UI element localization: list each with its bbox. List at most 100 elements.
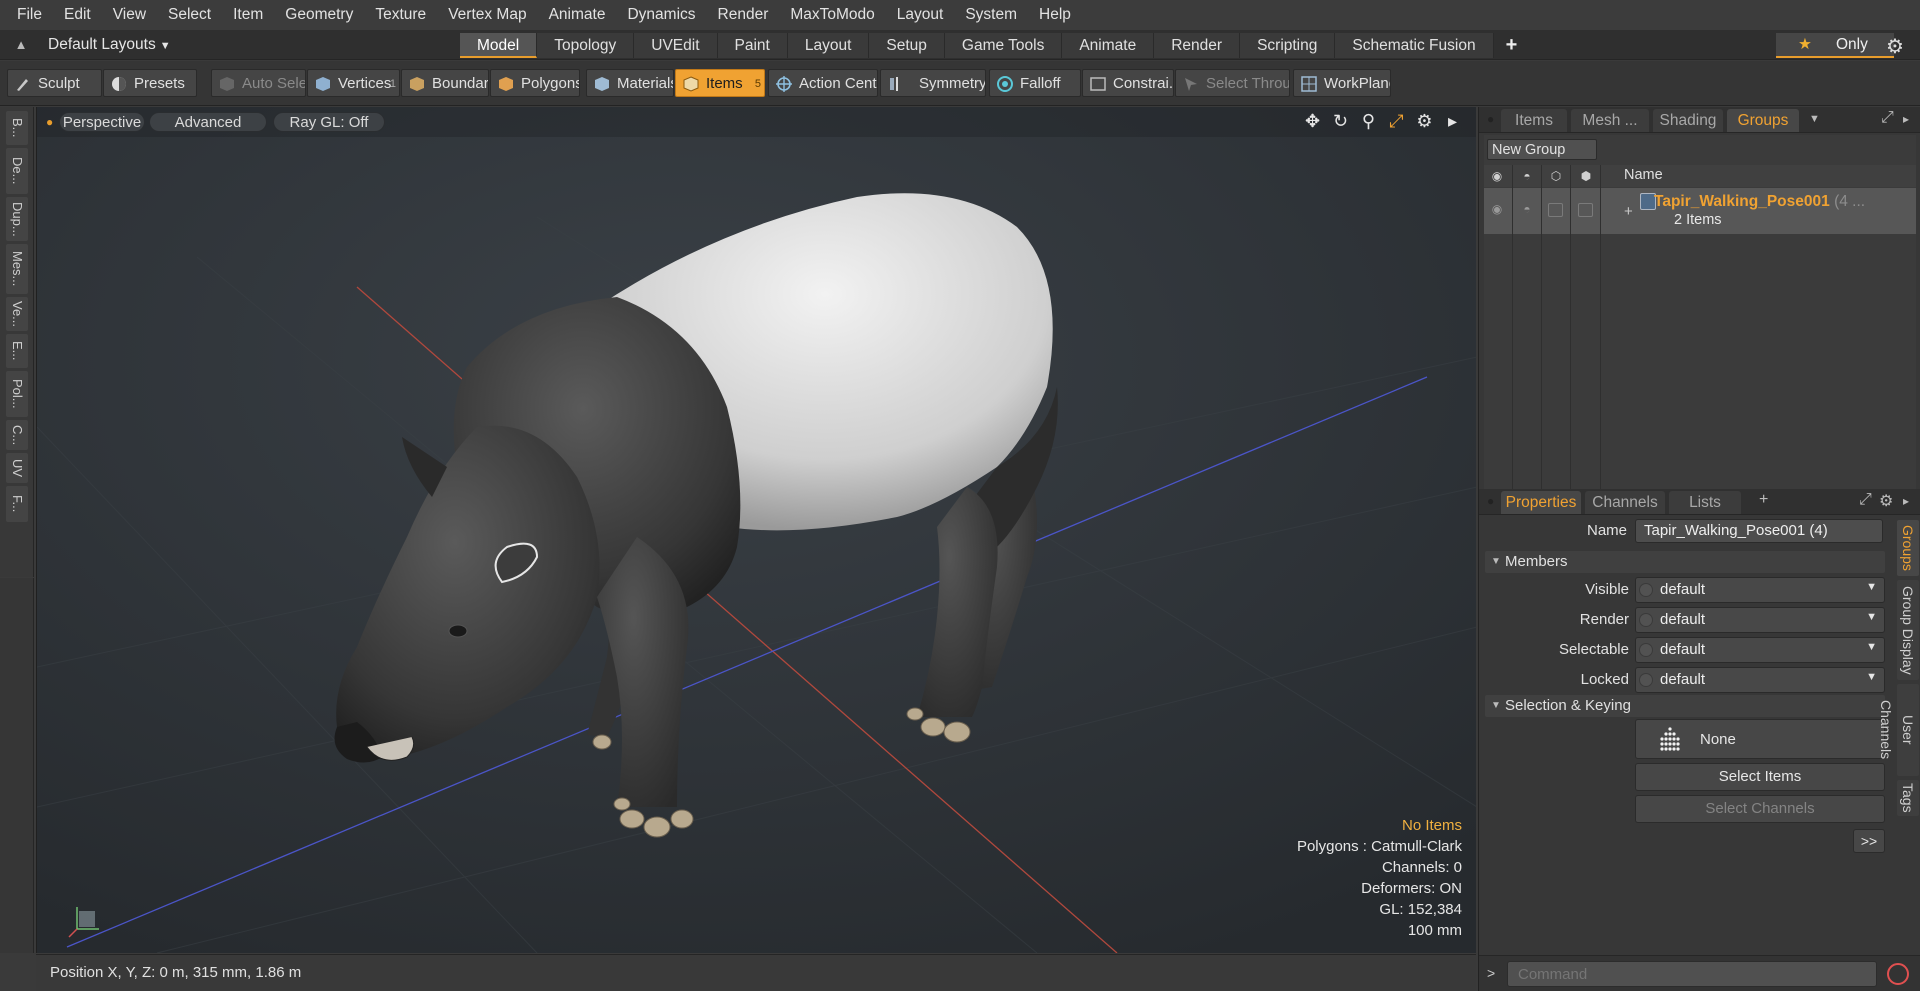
side-tab-user-channels[interactable]: User Channels [1878, 684, 1919, 776]
boundary-button[interactable]: Boundary [401, 69, 489, 97]
menu-item-animate[interactable]: Animate [538, 0, 617, 30]
menu-item-item[interactable]: Item [222, 0, 274, 30]
layout-tab-topology[interactable]: Topology [537, 33, 635, 58]
new-group-button[interactable]: New Group [1487, 139, 1597, 160]
row-visibility-eye-icon[interactable]: ◉ [1489, 201, 1505, 217]
groups-list-area: New Group ◉ ◓ ⬡ ⬢ Name ◉ ◓ + Tapir_Walki… [1484, 135, 1916, 489]
symmetry-button[interactable]: Symmetry [880, 69, 986, 97]
select-items-button[interactable]: Select Items [1635, 763, 1885, 791]
menu-item-texture[interactable]: Texture [364, 0, 437, 30]
layout-tab-scripting[interactable]: Scripting [1240, 33, 1336, 58]
layout-tab-setup[interactable]: Setup [869, 33, 945, 58]
items-button[interactable]: Items 5 [675, 69, 765, 97]
auto-select-button[interactable]: Auto Select [211, 69, 306, 97]
only-button[interactable]: ★ Only [1776, 33, 1894, 58]
viewport-expand-icon[interactable]: ▸ [1442, 111, 1463, 132]
render-dropdown[interactable]: default ▼ [1635, 607, 1885, 633]
group-row[interactable]: ◉ ◓ + Tapir_Walking_Pose001 (4 ... 2 Ite… [1484, 188, 1916, 234]
menu-item-layout[interactable]: Layout [886, 0, 955, 30]
maximize-view-icon[interactable]: ⤢ [1386, 111, 1407, 132]
layout-tab-render[interactable]: Render [1154, 33, 1241, 58]
menu-item-help[interactable]: Help [1028, 0, 1082, 30]
locked-dropdown[interactable]: default ▼ [1635, 667, 1885, 693]
sculpt-button[interactable]: Sculpt [7, 69, 102, 97]
tab-mesh[interactable]: Mesh ... [1571, 109, 1649, 132]
layout-tab-animate[interactable]: Animate [1062, 33, 1155, 58]
select-through-button[interactable]: Select Through [1175, 69, 1290, 97]
command-input[interactable] [1507, 961, 1877, 987]
menu-item-render[interactable]: Render [707, 0, 780, 30]
constraints-button[interactable]: Constrai... [1082, 69, 1174, 97]
collapse-arrow-icon[interactable]: ▲ [12, 36, 30, 54]
select-channels-button[interactable]: Select Channels [1635, 795, 1885, 823]
left-tab-5[interactable]: Ve... [6, 297, 28, 331]
panel-maximize-icon[interactable]: ⤢ [1881, 109, 1894, 127]
left-tab-7[interactable]: Pol... [6, 371, 28, 417]
layout-tab-paint[interactable]: Paint [717, 33, 788, 58]
name-field[interactable]: Tapir_Walking_Pose001 (4) [1635, 519, 1883, 543]
left-tab-9[interactable]: UV [6, 453, 28, 483]
materials-button[interactable]: Materials [586, 69, 674, 97]
layout-tab-model[interactable]: Model [460, 33, 538, 58]
side-tab-group-display[interactable]: Group Display [1897, 580, 1919, 680]
layout-tab-game-tools[interactable]: Game Tools [944, 33, 1063, 58]
left-tab-10[interactable]: F... [6, 486, 28, 522]
layout-tab-schematic-fusion[interactable]: Schematic Fusion [1335, 33, 1494, 58]
left-tab-2[interactable]: De... [6, 148, 28, 194]
row-render-icon[interactable]: ◓ [1519, 201, 1535, 217]
menu-item-system[interactable]: System [954, 0, 1028, 30]
members-section[interactable]: ▼ Members [1485, 551, 1885, 573]
menu-item-file[interactable]: File [6, 0, 53, 30]
tab-shading[interactable]: Shading [1653, 109, 1723, 132]
3d-viewport[interactable]: ● Perspective Advanced Ray GL: Off ✥ ↻ ⚲… [36, 107, 1476, 953]
tabs-dropdown-icon[interactable]: ▼ [1809, 113, 1820, 125]
zoom-view-icon[interactable]: ⚲ [1358, 111, 1379, 132]
menu-item-edit[interactable]: Edit [53, 0, 102, 30]
left-tab-4[interactable]: Mes... [6, 244, 28, 294]
add-layout-tab-icon[interactable]: + [1494, 33, 1530, 58]
menu-item-geometry[interactable]: Geometry [274, 0, 364, 30]
rotate-view-icon[interactable]: ↻ [1330, 111, 1351, 132]
menu-item-vertex-map[interactable]: Vertex Map [437, 0, 537, 30]
layout-selector[interactable]: Default Layouts ▼ [48, 30, 171, 60]
view-mode-button[interactable]: Perspective [59, 112, 145, 132]
left-tab-1[interactable]: B... [6, 111, 28, 145]
raygl-button[interactable]: Ray GL: Off [273, 112, 385, 132]
selection-keying-section[interactable]: ▼ Selection & Keying [1485, 695, 1885, 717]
shading-mode-button[interactable]: Advanced [149, 112, 267, 132]
row-select-checkbox[interactable] [1548, 203, 1563, 217]
left-tab-8[interactable]: C... [6, 420, 28, 450]
move-view-icon[interactable]: ✥ [1302, 111, 1323, 132]
visible-dropdown[interactable]: default ▼ [1635, 577, 1885, 603]
vertices-button[interactable]: Vertices 1 [307, 69, 400, 97]
tab-groups[interactable]: Groups [1727, 109, 1799, 132]
more-button[interactable]: >> [1853, 829, 1885, 853]
menu-item-select[interactable]: Select [157, 0, 222, 30]
record-icon[interactable] [1887, 963, 1909, 985]
scene-canvas[interactable] [37, 107, 1476, 953]
workplane-button[interactable]: WorkPlane [1293, 69, 1391, 97]
panel-expand-icon[interactable]: ▸ [1903, 112, 1909, 126]
left-tab-6[interactable]: E... [6, 334, 28, 368]
panel-menu-dot-icon[interactable]: ● [1487, 112, 1494, 126]
left-tab-3[interactable]: Dup... [6, 197, 28, 241]
menu-item-dynamics[interactable]: Dynamics [616, 0, 706, 30]
tab-items[interactable]: Items [1501, 109, 1567, 132]
layout-tab-uvedit[interactable]: UVEdit [634, 33, 718, 58]
gear-icon[interactable]: ⚙ [1886, 34, 1904, 59]
viewport-menu-dot-icon[interactable]: ● [46, 115, 53, 129]
side-tab-groups[interactable]: Groups [1897, 520, 1919, 576]
presets-button[interactable]: Presets [103, 69, 197, 97]
menu-item-view[interactable]: View [102, 0, 157, 30]
falloff-button[interactable]: Falloff [989, 69, 1081, 97]
expand-plus-icon[interactable]: + [1624, 203, 1633, 220]
none-button[interactable]: None [1635, 719, 1885, 759]
menu-item-maxtomodo[interactable]: MaxToModo [779, 0, 885, 30]
selectable-dropdown[interactable]: default ▼ [1635, 637, 1885, 663]
layout-tab-layout[interactable]: Layout [787, 33, 870, 58]
polygons-button[interactable]: Polygons [490, 69, 580, 97]
action-center-button[interactable]: Action Center [768, 69, 878, 97]
viewport-settings-icon[interactable]: ⚙ [1414, 111, 1435, 132]
side-tab-tags[interactable]: Tags [1897, 780, 1919, 816]
row-lock-checkbox[interactable] [1578, 203, 1593, 217]
